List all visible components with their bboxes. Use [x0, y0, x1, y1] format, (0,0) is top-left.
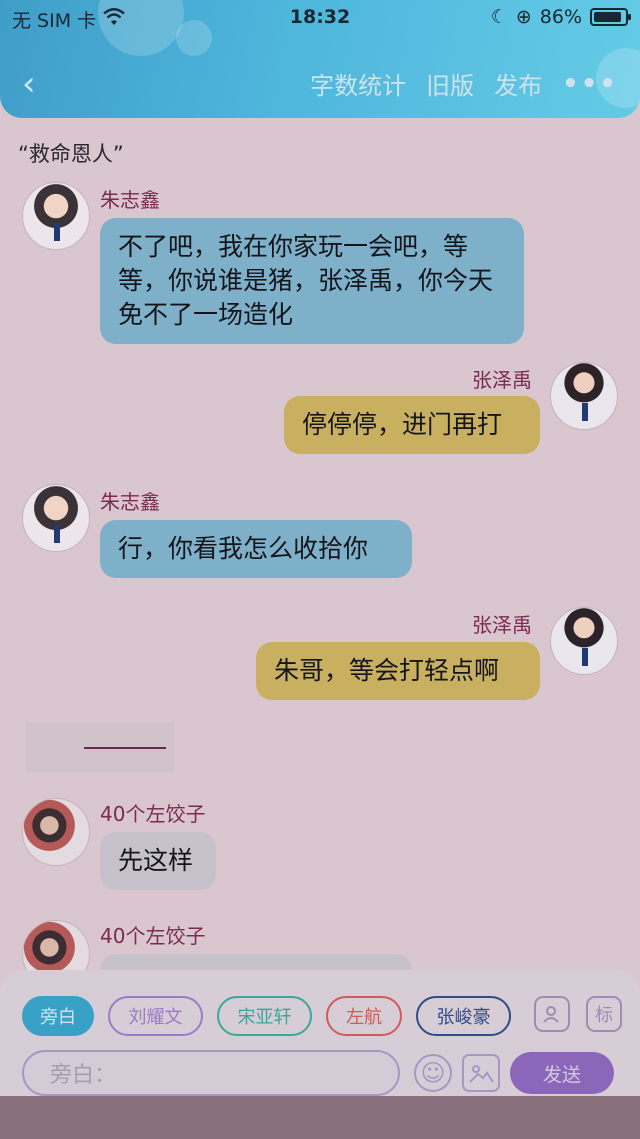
divider-line — [84, 747, 166, 749]
add-role-icon[interactable] — [534, 996, 570, 1032]
avatar[interactable] — [550, 607, 618, 675]
scene-divider[interactable] — [26, 722, 174, 772]
message-bubble[interactable]: 朱哥，等会打轻点啊 — [256, 642, 540, 700]
avatar[interactable] — [22, 182, 90, 250]
compose-panel: 旁白 刘耀文 宋亚轩 左航 张峻豪 标 旁白： ☺ 发送 — [0, 970, 640, 1096]
image-icon[interactable] — [462, 1054, 500, 1092]
message-bubble[interactable]: 行，你看我怎么收拾你 — [100, 520, 412, 578]
battery-percent: 86% — [539, 6, 582, 28]
chat-editor-screen: 无 SIM 卡 18:32 ☾ ⊕ 86% ‹ 字数统计 旧版 发布 ••• “… — [0, 0, 640, 1139]
nav-bar: ‹ 字数统计 旧版 发布 ••• — [0, 62, 640, 106]
status-bar: 无 SIM 卡 18:32 ☾ ⊕ 86% — [0, 0, 640, 36]
send-button[interactable]: 发送 — [510, 1052, 614, 1094]
chat-title: “救命恩人” — [18, 142, 124, 166]
sender-name: 张泽禹 — [472, 613, 532, 637]
role-chip[interactable]: 宋亚轩 — [217, 996, 312, 1036]
sender-name: 张泽禹 — [472, 368, 532, 392]
rotation-lock-icon: ⊕ — [515, 6, 532, 28]
role-chip[interactable]: 左航 — [326, 996, 402, 1036]
role-chip-narrator[interactable]: 旁白 — [22, 996, 94, 1036]
role-chip[interactable]: 刘耀文 — [108, 996, 203, 1036]
message-bubble[interactable]: 停停停，进门再打 — [284, 396, 540, 454]
emoji-icon[interactable]: ☺ — [414, 1054, 452, 1092]
old-version-button[interactable]: 旧版 — [426, 66, 474, 101]
message-bubble[interactable]: 先这样 — [100, 832, 216, 890]
message-bubble[interactable]: 不了吧，我在你家玩一会吧，等等，你说谁是猪，张泽禹，你今天免不了一场造化 — [100, 218, 524, 344]
avatar[interactable] — [22, 484, 90, 552]
back-icon[interactable]: ‹ — [22, 64, 36, 104]
battery-icon — [590, 8, 631, 26]
message-input[interactable]: 旁白： — [22, 1050, 400, 1096]
publish-button[interactable]: 发布 — [494, 66, 542, 101]
avatar[interactable] — [22, 798, 90, 866]
more-icon[interactable]: ••• — [562, 69, 618, 99]
sender-name: 朱志鑫 — [100, 490, 160, 514]
avatar[interactable] — [550, 362, 618, 430]
mark-button[interactable]: 标 — [586, 996, 622, 1032]
home-indicator-area — [0, 1096, 640, 1139]
sender-name: 40个左饺子 — [100, 802, 206, 826]
sender-name: 40个左饺子 — [100, 924, 206, 948]
moon-icon: ☾ — [490, 6, 508, 28]
word-count-button[interactable]: 字数统计 — [310, 66, 406, 101]
header: 无 SIM 卡 18:32 ☾ ⊕ 86% ‹ 字数统计 旧版 发布 ••• — [0, 0, 640, 118]
sender-name: 朱志鑫 — [100, 188, 160, 212]
role-chip[interactable]: 张峻豪 — [416, 996, 511, 1036]
